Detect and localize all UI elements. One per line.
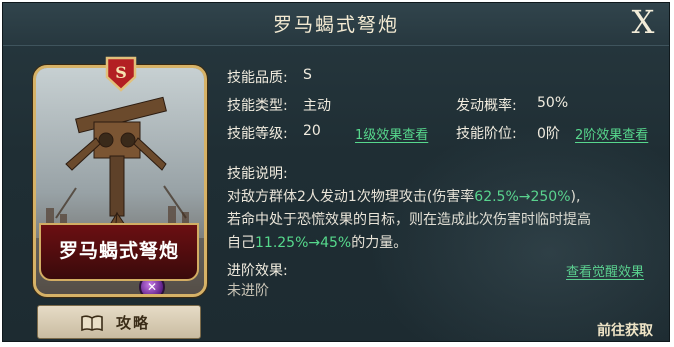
guide-button[interactable]: 攻略: [37, 305, 201, 339]
goto-acquire-link[interactable]: 前往获取: [597, 320, 653, 341]
s-grade-badge-icon: S: [105, 56, 137, 92]
panel-title: 罗马蝎式弩炮: [272, 14, 399, 36]
skill-description: 对敌方群体2人发动1次物理攻击(伤害率62.5%→250%), 若命中处于恐慌效…: [227, 186, 647, 255]
card-name: 罗马蝎式弩炮: [58, 240, 179, 262]
rank-label: 技能阶位:: [456, 126, 517, 142]
rank-effect-link[interactable]: 2阶效果查看: [575, 124, 648, 143]
strength-highlight: 11.25%→45%: [255, 235, 352, 251]
level-label: 技能等级:: [227, 126, 288, 142]
level-effect-link[interactable]: 1级效果查看: [355, 124, 428, 143]
desc-line-1: 对敌方群体2人发动1次物理攻击(伤害率62.5%→250%),: [227, 189, 581, 205]
panel-header: 罗马蝎式弩炮 X: [3, 3, 669, 46]
damage-rate-highlight: 62.5%→250%: [474, 189, 571, 205]
rank-value: 0阶: [537, 126, 560, 142]
close-button[interactable]: X: [627, 6, 659, 38]
svg-text:S: S: [115, 63, 127, 82]
type-value: 主动: [303, 98, 331, 114]
book-icon: [81, 315, 103, 332]
guide-button-label: 攻略: [116, 314, 151, 332]
quality-value: S: [303, 67, 312, 83]
level-value: 20: [303, 123, 321, 139]
quality-label: 技能品质:: [227, 70, 288, 86]
skill-detail-panel: 罗马蝎式弩炮 X ✕ S 罗马蝎式弩炮 攻略 技能品质: S 技能类型: 主动 …: [2, 2, 670, 342]
desc-line-2: 若命中处于恐慌效果的目标，则在造成此次伤害时临时提高: [227, 212, 591, 228]
advance-label: 进阶效果:: [227, 263, 288, 279]
chance-label: 发动概率:: [456, 98, 517, 114]
type-label: 技能类型:: [227, 98, 288, 114]
awaken-effect-link[interactable]: 查看觉醒效果: [566, 261, 644, 280]
advance-value: 未进阶: [227, 283, 269, 299]
desc-line-3: 自己11.25%→45%的力量。: [227, 235, 408, 251]
card-name-plate: 罗马蝎式弩炮: [39, 223, 199, 281]
desc-label: 技能说明:: [227, 166, 288, 182]
chance-value: 50%: [537, 95, 569, 111]
